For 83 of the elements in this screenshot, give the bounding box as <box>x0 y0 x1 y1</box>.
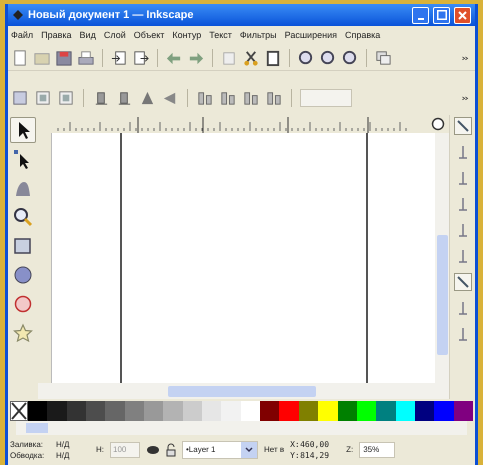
import-icon[interactable] <box>110 48 128 66</box>
number-field[interactable] <box>300 89 352 107</box>
close-button[interactable] <box>454 6 471 24</box>
no-color-swatch[interactable] <box>10 401 28 421</box>
app-icon <box>12 9 24 21</box>
color-swatch[interactable] <box>105 401 125 421</box>
group-icon[interactable] <box>34 89 52 107</box>
caret-icon[interactable] <box>245 447 253 453</box>
sphere-icon <box>13 265 33 285</box>
fill-label: Заливка: <box>10 439 44 450</box>
scissors-icon[interactable] <box>242 48 260 66</box>
menu-item[interactable]: Вид <box>80 28 96 42</box>
color-swatch[interactable] <box>240 401 260 421</box>
maximize-icon <box>436 10 446 20</box>
menu-item[interactable]: Слой <box>104 28 126 42</box>
scrollbar-thumb[interactable] <box>26 423 48 433</box>
printer-icon[interactable] <box>77 48 95 66</box>
x-coordinate: 460,00 <box>300 439 330 450</box>
color-swatch[interactable] <box>124 401 144 421</box>
color-swatch[interactable] <box>338 401 357 421</box>
color-swatch[interactable] <box>221 401 241 421</box>
menu-item[interactable]: Контур <box>172 28 202 42</box>
color-swatch[interactable] <box>86 401 106 421</box>
opacity-label: Н: <box>96 444 104 456</box>
color-swatch[interactable] <box>414 401 434 421</box>
y-label: Y: <box>290 450 300 461</box>
zoom-field[interactable]: 35% <box>359 442 396 458</box>
minimize-button[interactable] <box>412 6 429 24</box>
color-swatch[interactable] <box>144 401 164 421</box>
group-icon[interactable] <box>57 89 75 107</box>
eye-icon[interactable] <box>146 444 160 456</box>
snap-icon[interactable] <box>454 273 472 291</box>
circle-icon <box>13 294 33 314</box>
snap-icon[interactable] <box>454 117 472 135</box>
color-swatch[interactable] <box>202 401 222 421</box>
cross-icon <box>11 402 27 420</box>
magnifier-icon <box>13 207 33 227</box>
color-swatch[interactable] <box>454 401 473 421</box>
menu-item[interactable]: Фильтры <box>240 28 277 42</box>
minimize-icon <box>418 18 424 20</box>
menu-item[interactable]: Правка <box>41 28 72 42</box>
selection-icon[interactable] <box>11 89 29 107</box>
menu-item[interactable]: Расширения <box>284 28 337 42</box>
stroke-label: Обводка: <box>10 450 46 461</box>
export-icon[interactable] <box>132 48 150 66</box>
color-swatch[interactable] <box>28 401 48 421</box>
maximize-button[interactable] <box>433 6 450 24</box>
stroke-value: Н/Д <box>56 450 70 461</box>
menu-item[interactable]: Объект <box>134 28 164 42</box>
layer-dropdown[interactable]: •Layer 1 <box>182 441 258 459</box>
lock-icon[interactable] <box>166 443 176 457</box>
zoom-label: Z: <box>346 444 354 456</box>
rectangle-icon <box>13 236 33 256</box>
color-swatch[interactable] <box>279 401 299 421</box>
color-swatch[interactable] <box>356 401 376 421</box>
x-label: X: <box>290 439 300 450</box>
tool-button[interactable] <box>10 117 36 143</box>
color-swatch[interactable] <box>182 401 202 421</box>
menu-item[interactable]: Файл <box>11 28 34 42</box>
color-swatch[interactable] <box>396 401 415 421</box>
scrollbar-thumb[interactable] <box>168 386 316 396</box>
vertical-scrollbar[interactable] <box>435 133 449 383</box>
color-swatch[interactable] <box>298 401 318 421</box>
status-message: Нет в <box>264 444 284 456</box>
color-swatch[interactable] <box>434 401 454 421</box>
close-icon <box>458 10 467 20</box>
horizontal-scrollbar[interactable] <box>38 383 449 399</box>
color-swatch[interactable] <box>376 401 396 421</box>
fill-value: Н/Д <box>56 439 70 450</box>
star-icon <box>13 323 33 343</box>
y-coordinate: 814,29 <box>300 450 330 461</box>
scrollbar-thumb[interactable] <box>436 235 448 355</box>
color-swatch[interactable] <box>47 401 67 421</box>
window-title: Новый документ 1 — Inkscape <box>28 8 194 23</box>
windows-icon[interactable] <box>374 48 392 66</box>
menu-item[interactable]: Справка <box>344 28 380 42</box>
color-swatch[interactable] <box>318 401 338 421</box>
color-swatch[interactable] <box>260 401 280 421</box>
palette-scrollbar[interactable] <box>16 421 467 435</box>
clipboard-icon[interactable] <box>264 48 282 66</box>
color-swatch[interactable] <box>163 401 183 421</box>
color-swatch[interactable] <box>66 401 86 421</box>
menu-item[interactable]: Текст <box>209 28 232 42</box>
